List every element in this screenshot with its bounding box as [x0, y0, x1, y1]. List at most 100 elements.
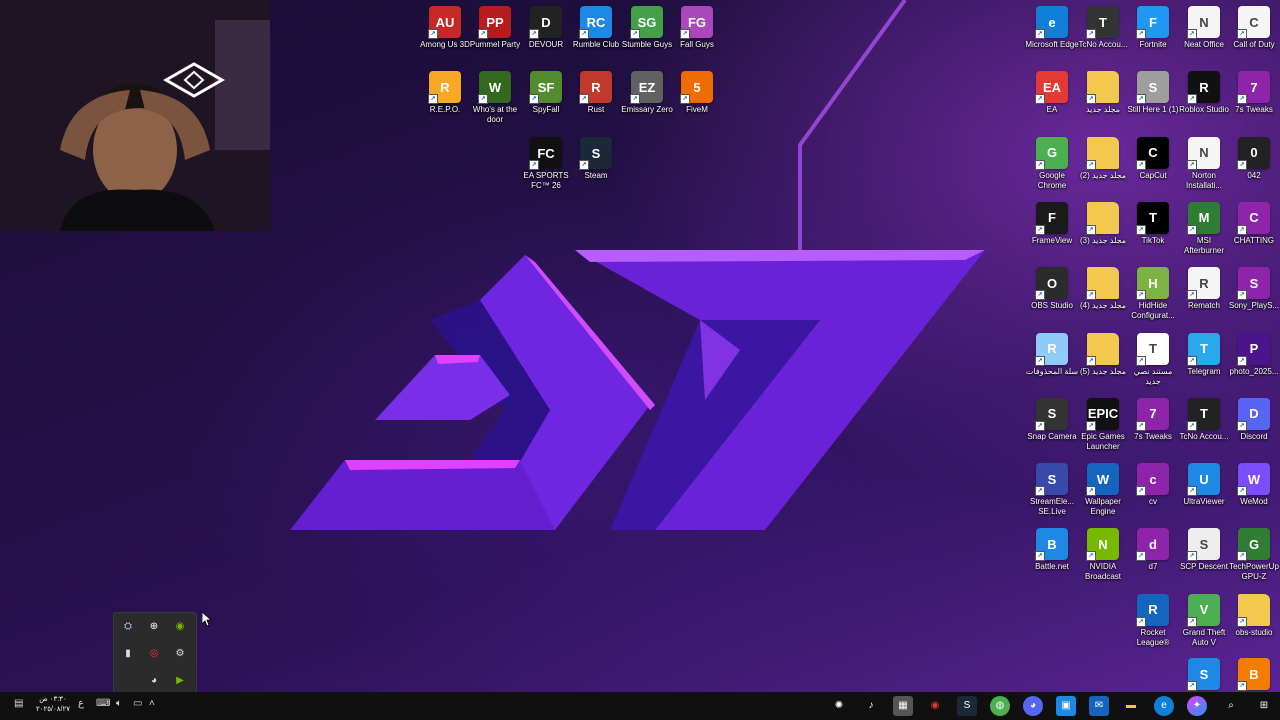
steam-tray-icon[interactable]: ⛭ [120, 619, 136, 635]
desktop-icon[interactable]: N ↗ NVIDIA Broadcast [1076, 526, 1130, 582]
xbox-tray-icon[interactable]: ⊕ [146, 619, 162, 635]
chevron-up-icon[interactable]: ˄ [149, 698, 155, 709]
desktop-icon[interactable]: PP ↗ Pummel Party [468, 4, 522, 50]
desktop-icon[interactable]: R ↗ Roblox Studio [1177, 69, 1231, 115]
desktop-icon[interactable]: T ↗ مستند نصي جديد [1126, 331, 1180, 387]
desktop-icon[interactable]: B ↗ [1227, 656, 1280, 691]
discord-app-taskbar-icon[interactable]: ◕ [1023, 696, 1043, 716]
desktop-icon[interactable]: C ↗ CHATTING [1227, 200, 1280, 246]
desktop-icon[interactable]: T ↗ TcNo Accou... [1177, 396, 1231, 442]
nvidia-tray-icon[interactable]: ◉ [172, 619, 188, 635]
desktop-icon[interactable]: M ↗ MSI Afterburner [1177, 200, 1231, 256]
desktop-icon[interactable]: 7 ↗ 7s Tweaks [1227, 69, 1280, 115]
microphone-tray-icon[interactable]: ▮ [120, 646, 136, 662]
desktop-icon[interactable]: ↗ مجلد جديد (5) [1076, 331, 1130, 377]
desktop-icon[interactable]: EA ↗ EA [1025, 69, 1079, 115]
desktop-icon[interactable]: AU ↗ Among Us 3D [418, 4, 472, 50]
desktop-icon[interactable]: U ↗ UltraViewer [1177, 461, 1231, 507]
desktop-icon[interactable]: W ↗ Who's at the door [468, 69, 522, 125]
desktop-icon[interactable]: B ↗ Battle.net [1025, 526, 1079, 572]
desktop-icon[interactable]: ↗ obs-studio [1227, 592, 1280, 638]
desktop-icon[interactable]: H ↗ HidHide Configurat... [1126, 265, 1180, 321]
app-taskbar-icon[interactable]: ▦ [893, 696, 913, 716]
desktop-icon[interactable]: EZ ↗ Emissary Zero [620, 69, 674, 115]
desktop-icon[interactable]: ↗ مجلد جديد (2) [1076, 135, 1130, 181]
outlook-taskbar-icon[interactable]: ✉ [1089, 696, 1109, 716]
desktop-icon[interactable]: C ↗ Call of Duty [1227, 4, 1280, 50]
desktop-icon[interactable]: F ↗ FrameView [1025, 200, 1079, 246]
desktop-icon[interactable]: S ↗ Steam [569, 135, 623, 181]
desktop-icon[interactable]: S ↗ StreamEle... SE.Live [1025, 461, 1079, 517]
desktop-icon[interactable]: N ↗ Neat Office [1177, 4, 1231, 50]
desktop-icon[interactable]: N ↗ Norton Installati... [1177, 135, 1231, 191]
desktop-icon[interactable]: R ↗ Rematch [1177, 265, 1231, 311]
shortcut-arrow-icon: ↗ [1136, 616, 1146, 627]
desktop-icon[interactable]: W ↗ WeMod [1227, 461, 1280, 507]
ea-sports-fc-icon: FC ↗ [529, 137, 562, 170]
search-icon[interactable]: ⌕ [1221, 696, 1241, 716]
desktop-icon[interactable]: T ↗ TcNo Accou... [1076, 4, 1130, 50]
desktop-icon[interactable]: D ↗ DEVOUR [519, 4, 573, 50]
notifications-icon[interactable]: ▤ [14, 698, 23, 709]
desktop-icon[interactable]: W ↗ Wallpaper Engine [1076, 461, 1130, 517]
desktop-icon[interactable]: SF ↗ SpyFall [519, 69, 573, 115]
desktop-icon[interactable]: S ↗ SCP Descent [1177, 526, 1231, 572]
desktop-icon[interactable]: 5 ↗ FiveM [670, 69, 724, 115]
desktop-icon[interactable]: T ↗ Telegram [1177, 331, 1231, 377]
desktop-icon[interactable]: F ↗ Fortnite [1126, 4, 1180, 50]
desktop[interactable]: AU ↗ Among Us 3D PP ↗ Pummel Party D ↗ DEVOUR RC ↗… [0, 0, 1280, 692]
desktop-icon[interactable]: 0 ↗ 042 [1227, 135, 1280, 181]
desktop-icon[interactable]: S ↗ [1177, 656, 1231, 691]
desktop-icon-label: Microsoft Edge [1025, 40, 1079, 49]
desktop-icon-label: 7s Tweaks [1235, 105, 1273, 115]
desktop-icon[interactable]: ↗ مجلد جديد (3) [1076, 200, 1130, 246]
tiktok-taskbar-icon[interactable]: ♪ [861, 696, 881, 716]
desktop-icon[interactable]: R ↗ Rust [569, 69, 623, 115]
fivem-icon: 5 ↗ [680, 71, 713, 104]
desktop-icon[interactable]: G ↗ Google Chrome [1025, 135, 1079, 191]
recorder-taskbar-icon[interactable]: ◉ [925, 696, 945, 716]
recording-tray-icon[interactable]: ◎ [146, 646, 162, 662]
steam-taskbar-icon[interactable]: S [957, 696, 977, 716]
desktop-icon[interactable]: D ↗ Discord [1227, 396, 1280, 442]
desktop-icon[interactable]: 7 ↗ 7s Tweaks [1126, 396, 1180, 442]
chrome-taskbar-icon[interactable]: ◍ [990, 696, 1010, 716]
steelseries-taskbar-icon[interactable]: ✺ [829, 696, 849, 716]
desktop-icon[interactable]: O ↗ OBS Studio [1025, 265, 1079, 311]
start-button[interactable]: ⊞ [1254, 696, 1274, 716]
desktop-icon[interactable]: FG ↗ Fall Guys [670, 4, 724, 50]
desktop-icon[interactable]: R ↗ سلة المحذوفات [1025, 331, 1079, 377]
discord-tray-icon[interactable]: ◕ [146, 673, 162, 689]
desktop-icon[interactable]: EPIC ↗ Epic Games Launcher [1076, 396, 1130, 452]
desktop-icon[interactable]: C ↗ CapCut [1126, 135, 1180, 181]
clock[interactable]: ٠٣:٣٠ ص ٢٠٢٥/٠٨/٢٧ [36, 695, 70, 715]
desktop-icon[interactable]: S ↗ Snap Camera [1025, 396, 1079, 442]
desktop-icon[interactable]: RC ↗ Rumble Club [569, 4, 623, 50]
network-icon[interactable]: ▭ [133, 698, 142, 709]
desktop-icon[interactable]: T ↗ TikTok [1126, 200, 1180, 246]
desktop-icon[interactable]: S ↗ Still Here 1 (1) [1126, 69, 1180, 115]
desktop-icon[interactable]: P ↗ photo_2025... [1227, 331, 1280, 377]
desktop-icon[interactable]: FC ↗ EA SPORTS FC™ 26 [519, 135, 573, 191]
desktop-icon[interactable]: V ↗ Grand Theft Auto V [1177, 592, 1231, 648]
settings-tray-icon[interactable]: ⚙ [172, 646, 188, 662]
file-explorer-taskbar-icon[interactable]: ▬ [1121, 696, 1141, 716]
desktop-icon[interactable]: R ↗ R.E.P.O. [418, 69, 472, 115]
desktop-icon[interactable]: d ↗ d7 [1126, 526, 1180, 572]
keyboard-icon[interactable]: ⌨ [96, 698, 110, 709]
play-tray-icon[interactable]: ▶ [172, 673, 188, 689]
desktop-icon[interactable]: c ↗ cv [1126, 461, 1180, 507]
store-taskbar-icon[interactable]: ▣ [1056, 696, 1076, 716]
desktop-icon[interactable]: G ↗ TechPowerUp GPU-Z [1227, 526, 1280, 582]
desktop-icon[interactable]: ↗ مجلد جديد (4) [1076, 265, 1130, 311]
desktop-icon[interactable]: S ↗ Sony_PlayS... [1227, 265, 1280, 311]
desktop-icon[interactable]: ↗ مجلد جديد [1076, 69, 1130, 115]
language-indicator[interactable]: ع [78, 698, 84, 709]
volume-icon[interactable]: 🔈︎ [116, 698, 122, 709]
copilot-taskbar-icon[interactable]: ✦ [1187, 696, 1207, 716]
desktop-icon[interactable]: e ↗ Microsoft Edge [1025, 4, 1079, 50]
msi-afterburner-icon: M ↗ [1187, 201, 1220, 235]
edge-taskbar-icon[interactable]: e [1154, 696, 1174, 716]
desktop-icon[interactable]: SG ↗ Stumble Guys [620, 4, 674, 50]
desktop-icon[interactable]: R ↗ Rocket League® [1126, 592, 1180, 648]
